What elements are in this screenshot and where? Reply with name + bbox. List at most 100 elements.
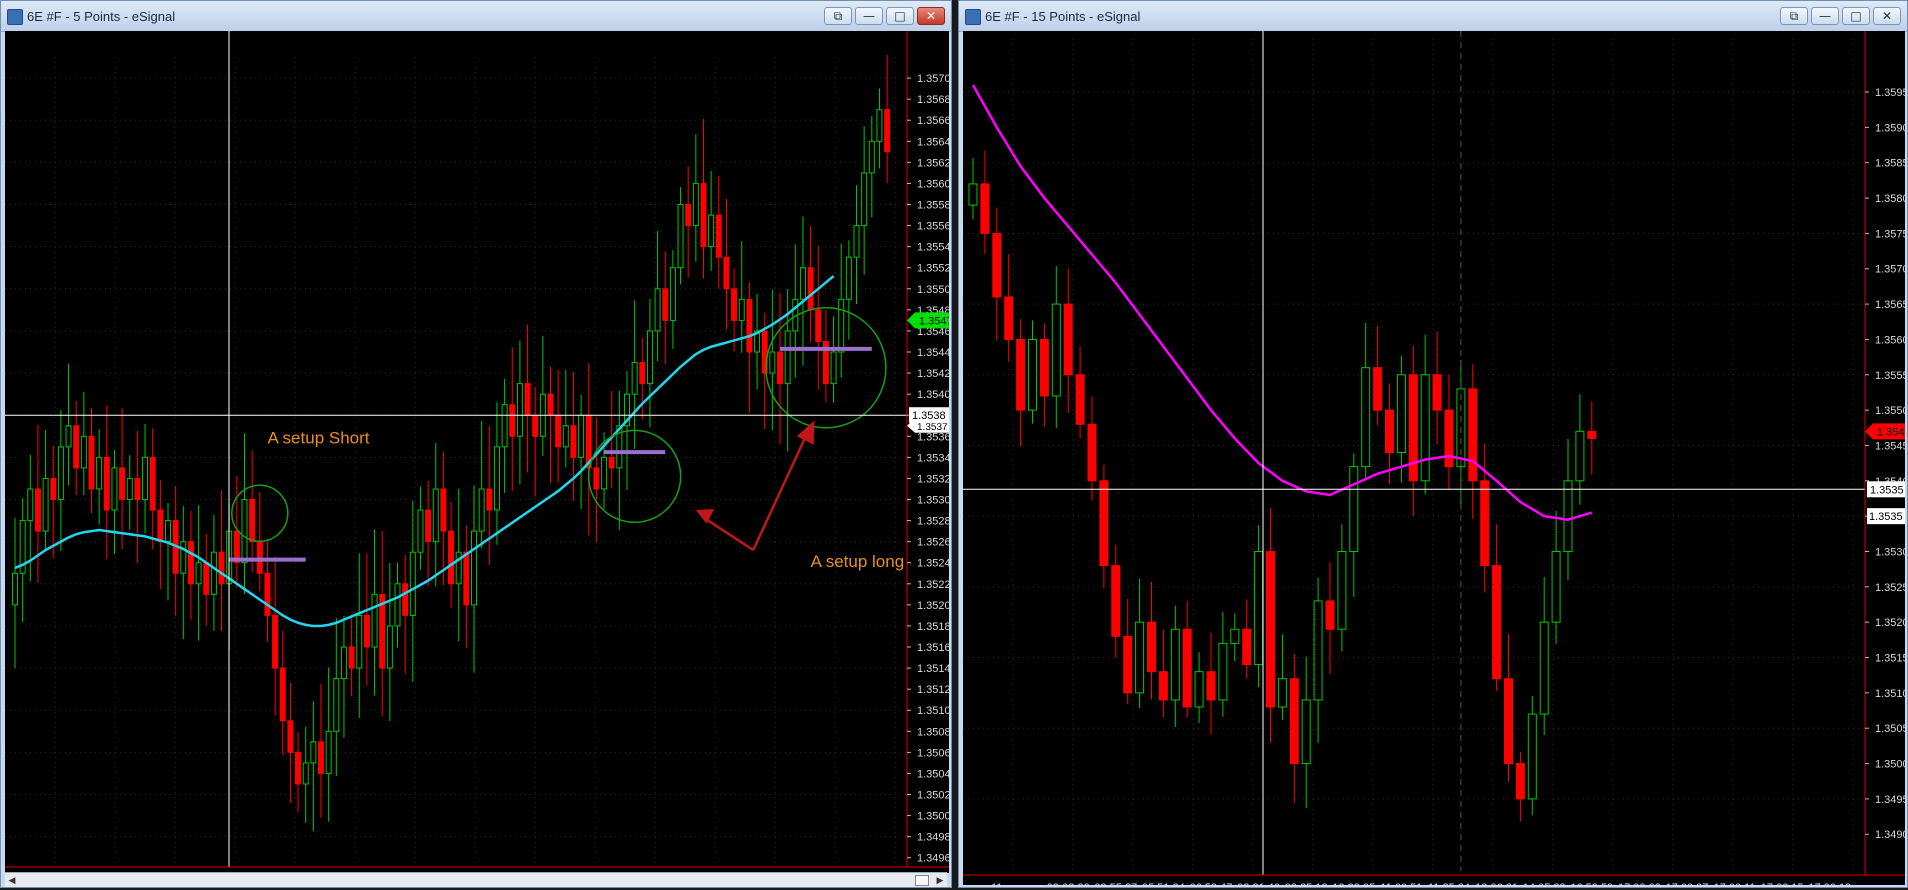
candle-down [486,488,493,511]
candle-down [700,182,707,248]
price-tick-label: 1.3542 [917,368,949,380]
price-tick-label: 1.3510 [917,705,949,717]
left-horizontal-scrollbar[interactable]: ◀ ▶ [5,872,947,887]
candle-up [1563,480,1573,552]
candle-up [478,488,485,532]
candle-down [807,267,814,311]
candle-up [1230,628,1240,644]
price-tick-label: 1.3545 [1875,440,1905,452]
candle-up [646,330,653,385]
time-tick-label: 05:51:34 [1142,882,1185,885]
candle-up [562,425,569,448]
candle-down [88,435,95,490]
right-minimize-button[interactable]: — [1811,7,1839,25]
price-tick-label: 1.3502 [917,790,949,802]
candle-down [777,351,783,385]
candle-down [264,572,271,616]
candle-up [1135,621,1145,694]
candle-up [394,583,401,627]
candle-down [685,204,692,227]
candle-up [631,362,638,395]
right-maximize-button[interactable]: □ [1842,7,1870,25]
price-tick-label: 1.3544 [917,347,949,359]
right-chart-area[interactable]: 1.3595 1.3590 1.3585 1.3580 1.3575 1.3570 1.35… [963,31,1908,890]
price-tick-label: 1.3522 [917,579,949,591]
time-tick-label: 14:05:39 [1523,882,1566,885]
left-chart-window[interactable]: 6E #F - 5 Points - eSignal ⧉ — □ ✕ 1.353… [0,0,1008,888]
price-tick-label: 1.3500 [1875,759,1905,771]
candle-up [27,488,34,522]
price-tick-label: 1.3570 [917,73,949,85]
candle-up [409,551,416,616]
candle-down [363,614,370,648]
candle-down [103,456,110,511]
candle-up [432,488,439,543]
candle-down [279,667,286,722]
price-tick-label: 1.3555 [1875,370,1905,382]
candle-down [187,541,194,585]
price-tick-label: 1.3520 [917,600,949,612]
candle-up [417,509,424,553]
left-maximize-button[interactable]: □ [886,7,914,25]
candle-up [493,446,500,511]
price-tick-label: 1.3514 [917,663,949,675]
candle-up [96,456,103,490]
right-restore-button[interactable]: ⧉ [1780,7,1808,25]
scroll-thumb[interactable] [915,875,929,886]
time-tick-label: 06:59:47 [1190,882,1233,885]
candle-down [815,309,822,342]
candle-down [149,456,156,511]
candle-up [1301,699,1311,765]
right-price-chart[interactable]: 1.3595 1.3590 1.3585 1.3580 1.3575 1.3570 1.35… [963,31,1908,890]
arrow-shaft [752,433,808,551]
candle-down [547,393,554,416]
candle-down [50,477,57,501]
candle-down [1515,763,1525,800]
candle-up [195,562,202,585]
candle-up [210,551,217,595]
candle-up [1575,430,1585,482]
candle-down [295,751,302,785]
time-tick-label: 17:00:03 [1618,882,1661,885]
candle-up [784,330,791,385]
scroll-right-arrow-icon[interactable]: ▶ [933,873,947,887]
candle-down [425,509,432,543]
left-titlebar[interactable]: 6E #F - 5 Points - eSignal ⧉ — □ ✕ [1,1,951,32]
left-price-chart[interactable]: 1.3537A setup ShortA setup long1.35701.3… [5,31,1008,886]
price-tick-label: 1.3490 [1875,829,1905,841]
left-window-title: 6E #F - 5 Points - eSignal [27,9,176,24]
crosshair-price-label: 1.3535 [1870,484,1904,496]
candle-down [1111,565,1121,637]
candle-up [1396,374,1406,454]
candle-down [1385,409,1394,454]
right-chart-window[interactable]: 6E #F - 15 Points - eSignal ⧉ — □ ✕ 1.35… [958,0,1908,890]
price-tick-label: 1.3510 [1875,688,1905,700]
candle-up [845,256,852,300]
left-chart-area[interactable]: 1.3537 A setup Short A setup long 1.3570 1.3… [5,31,1008,886]
candle-down [1504,678,1513,765]
left-close-button[interactable]: ✕ [917,7,945,25]
time-tick-label: 17:00:15 [1761,882,1804,885]
candle-down [1158,671,1168,701]
candle-down [348,646,355,669]
candle-up [165,520,171,543]
left-restore-button[interactable]: ⧉ [824,7,852,25]
right-close-button[interactable]: ✕ [1873,7,1901,25]
price-tick-label: 1.3498 [917,832,949,844]
price-tick-label: 1.3495 [1875,794,1905,806]
time-tick-label: 10:23:05 [1332,882,1375,885]
price-tick-label: 1.3524 [917,558,949,570]
candle-down [1266,550,1275,708]
candle-down [1099,480,1109,567]
right-titlebar[interactable]: 6E #F - 15 Points - eSignal ⧉ — □ ✕ [959,1,1907,32]
price-tick-label: 1.3562 [917,157,949,169]
candle-up [302,762,309,785]
time-tick-label: 11 [991,882,1002,885]
price-tick-label: 1.3534 [917,452,949,464]
candle-down [1242,628,1252,666]
price-tick-label: 1.3560 [917,178,949,190]
left-minimize-button[interactable]: — [855,7,883,25]
candle-down [157,509,164,543]
candle-down [639,362,646,385]
scroll-left-arrow-icon[interactable]: ◀ [5,873,19,887]
